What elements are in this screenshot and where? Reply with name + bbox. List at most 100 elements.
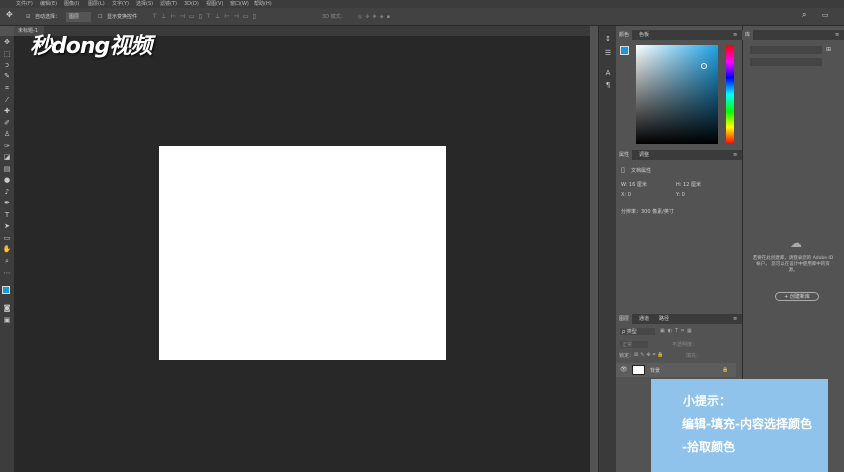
cloud-icon: ☁: [790, 236, 802, 250]
library-login-message: 若要在此创建库，请登录您的 Adobe ID 帐户。 您可以在设计中使用库中的资…: [752, 256, 834, 273]
search-icon[interactable]: ⌕: [802, 10, 806, 20]
zoom-tool-icon[interactable]: ⌕: [2, 257, 12, 266]
tab-properties[interactable]: 属性: [616, 150, 633, 160]
foreground-color-swatch[interactable]: [2, 286, 10, 294]
grid-view-icon[interactable]: ⊞: [826, 46, 831, 53]
tab-layers[interactable]: 图层: [616, 314, 633, 324]
visibility-eye-icon[interactable]: 👁: [620, 366, 628, 373]
paragraph-icon[interactable]: ¶: [602, 80, 614, 90]
menu-type[interactable]: 文字(Y): [112, 0, 129, 8]
tip-line-1: 编辑-填充-内容选择颜色: [682, 417, 812, 431]
layer-name[interactable]: 背景: [650, 367, 660, 374]
more-tools-icon[interactable]: ⋯: [2, 269, 12, 278]
tab-color[interactable]: 颜色: [616, 30, 633, 40]
align-icons[interactable]: ⊤⊥⊢⊣▭▯⊤⊥⊢⊣▭▯: [152, 13, 342, 21]
character-icon[interactable]: A: [602, 68, 614, 78]
property-width[interactable]: W: 16 厘米: [621, 181, 647, 188]
document-canvas[interactable]: [159, 146, 446, 360]
watermark-logo: 秒dong视频: [30, 34, 152, 59]
layer-thumbnail: [632, 365, 645, 375]
color-field[interactable]: [636, 45, 718, 144]
tab-paths[interactable]: 路径: [656, 314, 672, 324]
panel-menu-icon[interactable]: ≡: [730, 314, 740, 324]
screen-mode-icon[interactable]: ▣: [2, 316, 12, 325]
menu-filter[interactable]: 滤镜(T): [160, 0, 177, 8]
layer-filter-icons[interactable]: ▣◐T⌗▦: [660, 328, 695, 334]
blur-tool-icon[interactable]: ●: [2, 176, 12, 185]
menu-layer[interactable]: 图层(L): [88, 0, 105, 8]
layers-panel-header: 图层 通道 路径 ≡: [616, 314, 742, 324]
shape-tool-icon[interactable]: ▭: [2, 234, 12, 243]
tab-swatches[interactable]: 色板: [636, 30, 652, 40]
menu-bar: 文件(F) 编辑(E) 图像(I) 图层(L) 文字(Y) 选择(S) 滤镜(T…: [0, 0, 844, 8]
history-brush-icon[interactable]: ✑: [2, 142, 12, 151]
quick-select-tool-icon[interactable]: ✎: [2, 72, 12, 81]
property-x[interactable]: X: 0: [621, 192, 631, 198]
property-y[interactable]: Y: 0: [676, 192, 685, 198]
3d-mode-icons[interactable]: ◎✣✥◈▪: [358, 12, 393, 22]
menu-select[interactable]: 选择(S): [136, 0, 153, 8]
panel-menu-icon[interactable]: ≡: [730, 150, 740, 160]
mode-label: 3D 模式：: [322, 14, 346, 20]
lasso-tool-icon[interactable]: ↄ: [2, 61, 12, 70]
menu-image[interactable]: 图像(I): [64, 0, 79, 8]
canvas-area[interactable]: [14, 36, 590, 472]
healing-tool-icon[interactable]: ✚: [2, 107, 12, 116]
create-library-button[interactable]: + 创建新库: [775, 292, 819, 301]
color-picker-ring[interactable]: [701, 63, 707, 69]
history-icon[interactable]: ↕: [602, 34, 614, 44]
show-transform-label: 显示变换控件: [107, 14, 138, 20]
hue-slider[interactable]: [726, 45, 734, 144]
pen-tool-icon[interactable]: ✒: [2, 199, 12, 208]
panel-foreground-swatch[interactable]: [620, 46, 629, 55]
property-resolution: 分辨率：300 像素/英寸: [621, 209, 674, 215]
collapsed-panel-strip: ↕ ☰ A ¶: [598, 26, 616, 472]
hand-tool-icon[interactable]: ✋: [2, 245, 12, 254]
menu-file[interactable]: 文件(F): [16, 0, 33, 8]
panel-menu-icon[interactable]: ≡: [730, 30, 740, 40]
type-tool-icon[interactable]: T: [2, 211, 12, 220]
blend-mode-select[interactable]: 正常: [620, 341, 649, 348]
gradient-tool-icon[interactable]: ▤: [2, 165, 12, 174]
lock-icons[interactable]: ⊠✎✥⌗🔒: [634, 352, 666, 358]
panel-menu-icon[interactable]: ≡: [832, 30, 842, 40]
tab-channels[interactable]: 通道: [636, 314, 652, 324]
menu-view[interactable]: 视图(V): [206, 0, 223, 8]
show-transform-checkbox[interactable]: ☐: [98, 12, 102, 22]
layer-lock-icon: 🔒: [722, 367, 729, 373]
options-bar: ✥ ☑ 自动选择： 图层 ☐ 显示变换控件 ⊤⊥⊢⊣▭▯⊤⊥⊢⊣▭▯ 3D 模式…: [0, 8, 844, 26]
menu-edit[interactable]: 编辑(E): [40, 0, 57, 8]
fill-label: 填充：: [686, 353, 702, 359]
menu-3d[interactable]: 3D(D): [184, 0, 199, 8]
property-height[interactable]: H: 12 厘米: [676, 181, 701, 188]
menu-help[interactable]: 帮助(H): [254, 0, 272, 8]
dodge-tool-icon[interactable]: ♪: [2, 188, 12, 197]
library-select[interactable]: [750, 46, 822, 54]
auto-select-label: 自动选择：: [35, 14, 61, 20]
tools-panel: ✥ ⬚ ↄ ✎ ⌗ ⁄ ✚ ✐ ♙ ✑ ◪ ▤ ● ♪ ✒ T ➤ ▭ ✋ ⌕ …: [0, 36, 14, 472]
layer-kind-filter[interactable]: ρ 类型: [620, 328, 655, 335]
properties-panel-header: 属性 调整 ≡: [616, 150, 742, 160]
auto-select-dropdown[interactable]: 图层: [66, 12, 92, 22]
stamp-tool-icon[interactable]: ♙: [2, 130, 12, 139]
brush-tool-icon[interactable]: ✐: [2, 119, 12, 128]
move-tool-icon[interactable]: ✥: [6, 10, 13, 20]
tab-libraries[interactable]: 库: [742, 30, 754, 40]
properties-section-title: 文档属性: [631, 168, 652, 174]
path-select-tool-icon[interactable]: ➤: [2, 222, 12, 231]
document-icon: ▯: [621, 166, 625, 174]
move-tool-icon[interactable]: ✥: [2, 38, 12, 47]
menu-window[interactable]: 窗口(W): [230, 0, 249, 8]
marquee-tool-icon[interactable]: ⬚: [2, 50, 12, 59]
library-search-input[interactable]: [750, 58, 822, 66]
workspace-icon[interactable]: ▭: [822, 10, 829, 20]
color-panel-header: 颜色 色板 ≡: [616, 30, 742, 40]
adjustments-icon[interactable]: ☰: [602, 48, 614, 58]
crop-tool-icon[interactable]: ⌗: [2, 84, 12, 93]
tab-adjustments[interactable]: 调整: [636, 150, 652, 160]
eyedropper-tool-icon[interactable]: ⁄: [2, 96, 12, 105]
quick-mask-icon[interactable]: ◙: [2, 304, 12, 313]
auto-select-checkbox[interactable]: ☑: [26, 12, 30, 22]
eraser-tool-icon[interactable]: ◪: [2, 153, 12, 162]
libraries-panel-header: 库 ≡: [742, 30, 844, 40]
